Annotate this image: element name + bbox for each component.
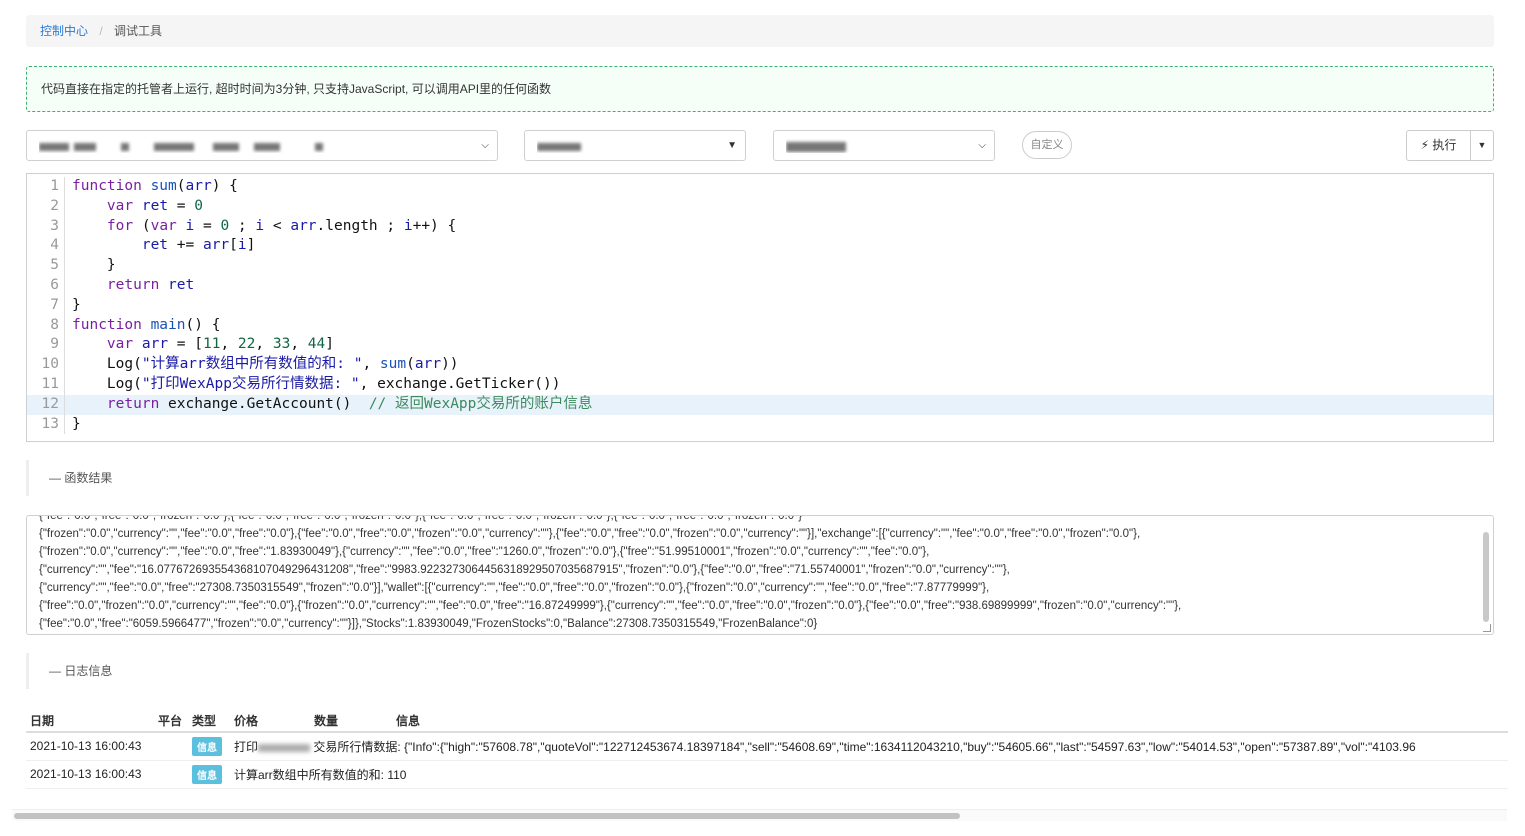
code-line[interactable]: 7} (27, 295, 1493, 316)
code-text: function sum(arr) { (72, 178, 238, 194)
line-number: 11 (27, 374, 65, 395)
code-text: for (var i = 0 ; i < arr.length ; i++) { (106, 217, 457, 234)
result-line: {"frozen":"0.0","currency":"","fee":"0.0… (39, 546, 930, 558)
code-text: Log("计算arr数组中所有数值的和: ", sum(arr)) (72, 356, 459, 373)
log-date: 2021-10-13 16:00:43 (26, 760, 154, 789)
log-date: 2021-10-13 16:00:43 (26, 732, 154, 761)
code-line[interactable]: 10 Log("计算arr数组中所有数值的和: ", sum(arr)) (27, 355, 1493, 375)
table-row: 2021-10-13 16:00:43 信息 计算arr数组中所有数值的和: 1… (26, 760, 1508, 789)
exchange-select[interactable]: ▼ (524, 130, 746, 161)
log-table: 日期 平台 类型 价格 数量 信息 2021-10-13 16:00:43 信息… (26, 710, 1508, 789)
pair-select-value (786, 139, 851, 153)
chevron-down-icon: ⌵ (481, 140, 489, 151)
pair-select[interactable]: ⌵ (773, 130, 995, 161)
line-number: 8 (27, 315, 65, 336)
line-number: 5 (27, 256, 65, 276)
info-notice: 代码直接在指定的托管者上运行, 超时时间为3分钟, 只支持JavaScript,… (26, 66, 1494, 112)
status-badge: 信息 (192, 764, 222, 784)
code-text: Log("打印WexApp交易所行情数据: ", exchange.GetTic… (72, 375, 561, 392)
exchange-select-value (537, 139, 586, 153)
log-section-title: — 日志信息 (26, 653, 426, 689)
status-badge: 信息 (192, 736, 222, 756)
code-line[interactable]: 12 return exchange.GetAccount() // 返回Wex… (27, 394, 1493, 415)
code-line[interactable]: 3 for (var i = 0 ; i < arr.length ; i++)… (27, 216, 1493, 237)
code-text: } (72, 257, 116, 274)
table-row: 2021-10-13 16:00:43 信息 打印 交易所行情数据: {"Inf… (26, 732, 1508, 761)
code-text: function main() { (72, 316, 221, 333)
code-line[interactable]: 8 function main() { (27, 315, 1493, 336)
result-line: {"fee":"0.0","free":"6059.5966477","froz… (39, 618, 818, 630)
log-message-cell: 计算arr数组中所有数值的和: 110 (230, 760, 1508, 789)
line-number: 1 (27, 177, 65, 197)
lightning-icon: ⚡︎ (1420, 138, 1430, 152)
code-line[interactable]: 1 function sum(arr) { (27, 177, 1493, 197)
result-line: {"currency":"","fee":"0.0","free":"27308… (39, 582, 990, 594)
execute-label: 执行 (1432, 138, 1457, 152)
horizontal-scrollbar[interactable] (12, 809, 1507, 821)
breadcrumb: 控制中心 / 调试工具 (26, 15, 1494, 47)
code-line[interactable]: 11 Log("打印WexApp交易所行情数据: ", exchange.Get… (27, 374, 1493, 395)
code-line[interactable]: 13} (27, 414, 1493, 435)
header-price: 价格 (230, 710, 310, 733)
result-text: {"fee":"0.0","free":"0.0","frozen":"0.0"… (39, 515, 1469, 633)
result-output[interactable]: {"fee":"0.0","free":"0.0","frozen":"0.0"… (26, 515, 1494, 635)
code-text: var ret = 0 (106, 197, 203, 214)
result-line: {"fee":"0.0","free":"0.0","frozen":"0.0"… (39, 515, 803, 522)
robot-select[interactable]: ⌵ (26, 130, 498, 161)
code-text: } (72, 415, 81, 432)
line-number: 2 (27, 196, 65, 217)
chevron-down-icon: ▼ (727, 140, 737, 151)
log-table-header: 日期 平台 类型 价格 数量 信息 (26, 710, 1508, 733)
log-message: 交易所行情数据: {"Info":{"high":"57608.78","quo… (313, 739, 1416, 754)
result-line: {"frozen":"0.0","currency":"","fee":"0.0… (39, 528, 1141, 540)
header-type: 类型 (188, 710, 230, 733)
header-platform: 平台 (154, 710, 188, 733)
log-platform (154, 760, 188, 789)
line-number: 6 (27, 275, 65, 296)
code-line[interactable]: 9 var arr = [11, 22, 33, 44] (27, 335, 1493, 356)
horizontal-scrollbar-thumb[interactable] (14, 813, 960, 819)
result-line: {"currency":"","fee":"16.077672693554368… (39, 564, 1010, 576)
result-line: {"free":"0.0","frozen":"0.0","currency":… (39, 600, 1182, 612)
header-amount: 数量 (310, 710, 392, 733)
code-text: var arr = [11, 22, 33, 44] (106, 336, 334, 353)
line-number: 10 (27, 355, 65, 375)
code-text: } (72, 296, 81, 313)
code-editor[interactable]: 1 function sum(arr) {2 var ret = 03 for (… (26, 173, 1494, 442)
custom-button[interactable]: 自定义 (1022, 131, 1072, 159)
robot-select-value (39, 139, 328, 153)
line-number: 13 (27, 414, 65, 435)
header-date: 日期 (26, 710, 154, 733)
breadcrumb-current: 调试工具 (114, 24, 163, 38)
result-section-title: — 函数结果 (26, 460, 426, 496)
execute-dropdown-toggle[interactable]: ▼ (1470, 130, 1494, 161)
log-message: 计算arr数组中所有数值的和: 110 (234, 767, 407, 782)
line-number: 12 (27, 394, 65, 415)
log-platform (154, 732, 188, 761)
chevron-down-icon: ⌵ (978, 140, 986, 151)
log-type: 信息 (188, 760, 230, 789)
breadcrumb-separator: / (99, 24, 103, 38)
line-number: 9 (27, 335, 65, 356)
header-info: 信息 (392, 710, 1508, 733)
log-type: 信息 (188, 732, 230, 761)
execute-button[interactable]: ⚡︎ 执行 (1406, 130, 1470, 161)
caret-down-icon: ▼ (1477, 140, 1487, 150)
code-text: ret += arr[i] (141, 237, 256, 254)
line-number: 3 (27, 216, 65, 237)
log-message-prefix: 打印 (234, 739, 259, 754)
result-scrollbar[interactable] (1483, 532, 1489, 622)
code-line[interactable]: 4 ret += arr[i] (27, 236, 1493, 257)
line-number: 4 (27, 236, 65, 257)
code-line[interactable]: 5 } (27, 256, 1493, 276)
code-line[interactable]: 6 return ret (27, 275, 1493, 296)
code-text: return ret (106, 276, 195, 293)
breadcrumb-home-link[interactable]: 控制中心 (40, 24, 88, 38)
line-number: 7 (27, 295, 65, 316)
redacted-text (258, 743, 311, 752)
code-text: return exchange.GetAccount() // 返回WexApp… (106, 395, 593, 412)
code-line[interactable]: 2 var ret = 0 (27, 196, 1493, 217)
log-message-cell: 打印 交易所行情数据: {"Info":{"high":"57608.78","… (230, 732, 1508, 761)
resize-handle-icon[interactable] (1483, 624, 1491, 632)
